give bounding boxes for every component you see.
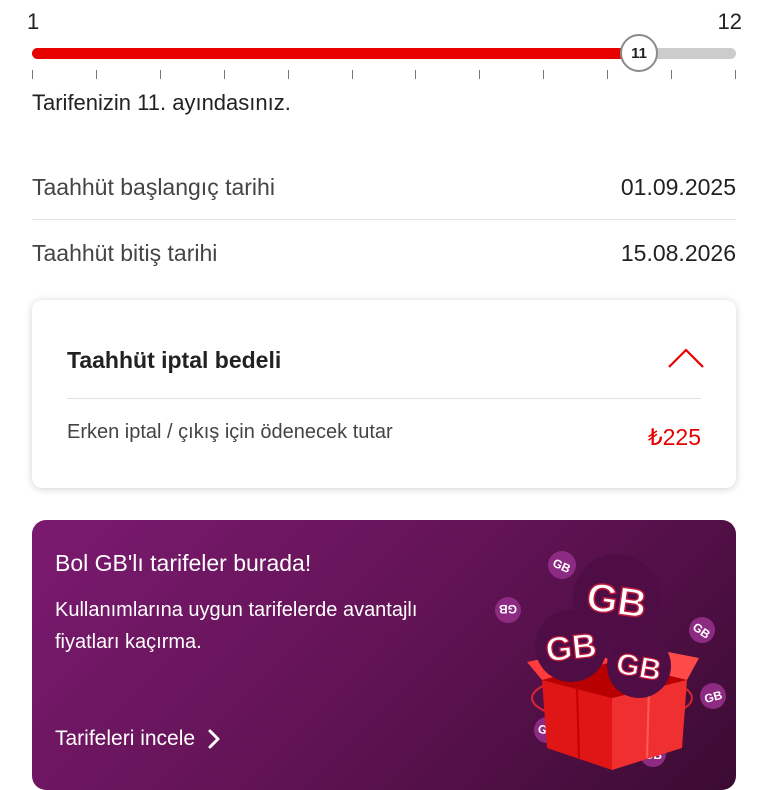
- slider-tick: [607, 70, 608, 79]
- chevron-up-icon[interactable]: [666, 346, 706, 370]
- gift-box-gb-illustration: GB GB GB GB GB GB GB: [495, 551, 726, 770]
- commitment-start-label: Taahhüt başlangıç tarihi: [32, 174, 275, 200]
- slider-tick: [735, 70, 736, 79]
- gb-large-badge: GB: [535, 610, 607, 682]
- gb-small-badge: GB: [689, 617, 715, 643]
- slider-tick: [288, 70, 289, 79]
- commitment-start-row: Taahhüt başlangıç tarihi 01.09.2025: [32, 176, 736, 242]
- cancellation-fee-card: Taahhüt iptal bedeli Erken iptal / çıkış…: [32, 300, 736, 488]
- slider-tick: [543, 70, 544, 79]
- commitment-end-label: Taahhüt bitiş tarihi: [32, 240, 218, 266]
- slider-tick: [32, 70, 33, 79]
- row-divider: [32, 219, 736, 220]
- cancellation-fee-label: Erken iptal / çıkış için ödenecek tutar: [67, 421, 393, 443]
- gb-large-badge: GB: [607, 634, 671, 698]
- commitment-end-value: 15.08.2026: [620, 240, 736, 266]
- card-divider: [67, 398, 701, 399]
- svg-text:GB: GB: [499, 602, 517, 616]
- slider-tick: [479, 70, 480, 79]
- slider-tick: [415, 70, 416, 79]
- slider-max-label: 12: [717, 9, 742, 34]
- promo-title: Bol GB'lı tarifeler burada!: [55, 550, 312, 576]
- slider-track: 11: [32, 34, 736, 72]
- slider-tick: [352, 70, 353, 79]
- gb-small-badge: GB: [495, 597, 521, 623]
- view-tariffs-link[interactable]: Tarifeleri incele: [55, 727, 221, 751]
- gb-small-badge: GB: [548, 551, 576, 579]
- promo-text: Kullanımlarına uygun tarifelerde avantaj…: [55, 599, 418, 653]
- progress-text: Tarifenizin 11. ayındasınız.: [32, 90, 291, 115]
- commitment-start-value: 01.09.2025: [620, 174, 736, 200]
- slider-tick: [96, 70, 97, 79]
- cancellation-fee-value: ₺225: [647, 424, 701, 450]
- slider-min-label: 1: [27, 9, 40, 34]
- commitment-end-row: Taahhüt bitiş tarihi 15.08.2026: [32, 242, 736, 308]
- chevron-right-icon: [208, 729, 220, 749]
- slider-tick: [671, 70, 672, 79]
- gb-small-badge: GB: [700, 683, 726, 709]
- slider-knob: 11: [620, 34, 658, 72]
- view-tariffs-label: Tarifeleri incele: [55, 727, 196, 750]
- slider-fill: [32, 48, 639, 59]
- cancellation-fee-title: Taahhüt iptal bedeli: [67, 347, 282, 373]
- slider-tick: [224, 70, 225, 79]
- slider-ticks: [32, 70, 736, 80]
- slider-tick: [160, 70, 161, 79]
- svg-text:GB: GB: [544, 626, 599, 669]
- promo-banner[interactable]: Bol GB'lı tarifeler burada! Kullanımları…: [32, 520, 736, 790]
